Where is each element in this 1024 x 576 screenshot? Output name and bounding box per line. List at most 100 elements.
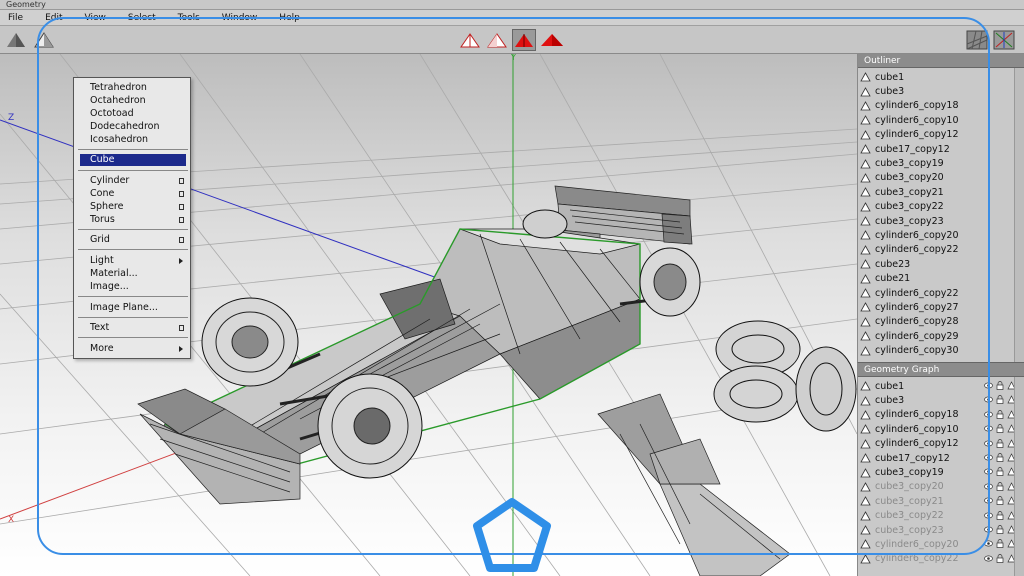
menu-item-cube[interactable]: Cube bbox=[80, 154, 186, 166]
geometry-graph-scrollbar[interactable] bbox=[1014, 377, 1024, 576]
geometry-graph-item[interactable]: cylinder6_copy22 bbox=[858, 552, 1024, 566]
geometry-graph-item[interactable]: cylinder6_copy10 bbox=[858, 422, 1024, 436]
outliner-item[interactable]: cylinder6_copy22 bbox=[858, 286, 1024, 300]
geometry-graph-item[interactable]: cylinder6_copy20 bbox=[858, 537, 1024, 551]
outliner-item[interactable]: cube3_copy19 bbox=[858, 156, 1024, 170]
outliner-item[interactable]: cube23 bbox=[858, 257, 1024, 271]
geometry-graph-item[interactable]: cylinder6_copy12 bbox=[858, 437, 1024, 451]
outliner-item[interactable]: cylinder6_copy22 bbox=[858, 243, 1024, 257]
outliner-item[interactable]: cylinder6_copy20 bbox=[858, 228, 1024, 242]
visibility-eye-icon[interactable] bbox=[984, 395, 993, 404]
visibility-eye-icon[interactable] bbox=[984, 525, 993, 534]
lock-icon[interactable] bbox=[996, 553, 1004, 563]
menu-item-dodecahedron[interactable]: Dodecahedron bbox=[80, 121, 186, 133]
menu-item-material[interactable]: Material... bbox=[80, 268, 186, 280]
menu-item-icosahedron[interactable]: Icosahedron bbox=[80, 134, 186, 146]
option-box-icon[interactable] bbox=[179, 178, 184, 184]
geometry-graph-item[interactable]: cube3 bbox=[858, 393, 1024, 407]
menu-help[interactable]: Help bbox=[279, 13, 300, 23]
menu-item-octotoad[interactable]: Octotoad bbox=[80, 108, 186, 120]
outliner-item[interactable]: cube3_copy21 bbox=[858, 185, 1024, 199]
outliner-item[interactable]: cube3_copy20 bbox=[858, 171, 1024, 185]
menu-item-grid[interactable]: Grid bbox=[80, 234, 186, 246]
lock-icon[interactable] bbox=[996, 438, 1004, 448]
select-face-tool[interactable] bbox=[485, 29, 509, 51]
lock-icon[interactable] bbox=[996, 424, 1004, 434]
menu-select[interactable]: Select bbox=[128, 13, 156, 23]
visibility-eye-icon[interactable] bbox=[984, 381, 993, 390]
outliner-item[interactable]: cylinder6_copy12 bbox=[858, 128, 1024, 142]
outliner-item[interactable]: cylinder6_copy28 bbox=[858, 315, 1024, 329]
option-box-icon[interactable] bbox=[179, 217, 184, 223]
outliner-item[interactable]: cube3_copy23 bbox=[858, 214, 1024, 228]
visibility-eye-icon[interactable] bbox=[984, 410, 993, 419]
select-edge-tool[interactable] bbox=[512, 29, 536, 51]
menu-item-more[interactable]: More bbox=[80, 343, 186, 355]
outliner-item[interactable]: cylinder6_copy29 bbox=[858, 329, 1024, 343]
shading-light-tool[interactable] bbox=[32, 29, 56, 51]
menu-item-octahedron[interactable]: Octahedron bbox=[80, 95, 186, 107]
geometry-graph-item[interactable]: cube3_copy19 bbox=[858, 465, 1024, 479]
option-box-icon[interactable] bbox=[179, 325, 184, 331]
lock-icon[interactable] bbox=[996, 453, 1004, 462]
outliner-item-label: cube3_copy21 bbox=[875, 186, 944, 198]
geometry-graph-item[interactable]: cube3_copy20 bbox=[858, 480, 1024, 494]
shading-gray-tool[interactable] bbox=[4, 29, 28, 51]
lock-icon[interactable] bbox=[996, 510, 1004, 520]
ortho-view-tool[interactable] bbox=[992, 29, 1016, 51]
lock-icon[interactable] bbox=[996, 525, 1004, 534]
menu-window[interactable]: Window bbox=[222, 13, 258, 23]
select-object-tool[interactable] bbox=[458, 29, 482, 51]
visibility-eye-icon[interactable] bbox=[984, 554, 993, 563]
visibility-eye-icon[interactable] bbox=[984, 539, 993, 548]
outliner-item[interactable]: cylinder6_copy10 bbox=[858, 113, 1024, 127]
menu-file[interactable]: File bbox=[8, 13, 23, 23]
visibility-eye-icon[interactable] bbox=[984, 511, 993, 520]
lock-icon[interactable] bbox=[996, 381, 1004, 390]
outliner-scrollbar[interactable] bbox=[1014, 68, 1024, 362]
outliner-item[interactable]: cylinder6_copy30 bbox=[858, 343, 1024, 357]
lock-icon[interactable] bbox=[996, 467, 1004, 477]
geometry-graph-item[interactable]: cube17_copy12 bbox=[858, 451, 1024, 465]
outliner-item[interactable]: cube17_copy12 bbox=[858, 142, 1024, 156]
lock-icon[interactable] bbox=[996, 395, 1004, 405]
visibility-eye-icon[interactable] bbox=[984, 467, 993, 476]
menu-item-tetrahedron[interactable]: Tetrahedron bbox=[80, 82, 186, 94]
menu-item-image-plane[interactable]: Image Plane... bbox=[80, 302, 186, 314]
outliner-item[interactable]: cylinder6_copy18 bbox=[858, 99, 1024, 113]
geometry-graph-item[interactable]: cylinder6_copy18 bbox=[858, 408, 1024, 422]
menu-tools[interactable]: Tools bbox=[178, 13, 200, 23]
geometry-graph-item[interactable]: cube3_copy23 bbox=[858, 523, 1024, 537]
visibility-eye-icon[interactable] bbox=[984, 424, 993, 433]
lock-icon[interactable] bbox=[996, 496, 1004, 505]
outliner-item[interactable]: cube3 bbox=[858, 84, 1024, 98]
menu-edit[interactable]: Edit bbox=[45, 13, 62, 23]
menu-item-light[interactable]: Light bbox=[80, 255, 186, 267]
option-box-icon[interactable] bbox=[179, 204, 184, 210]
outliner-item[interactable]: cube1 bbox=[858, 70, 1024, 84]
menu-item-torus[interactable]: Torus bbox=[80, 214, 186, 226]
menu-item-text[interactable]: Text bbox=[80, 322, 186, 334]
perspective-view-tool[interactable] bbox=[965, 29, 989, 51]
visibility-eye-icon[interactable] bbox=[984, 496, 993, 505]
outliner-item[interactable]: cube3_copy22 bbox=[858, 200, 1024, 214]
menu-item-sphere[interactable]: Sphere bbox=[80, 201, 186, 213]
lock-icon[interactable] bbox=[996, 481, 1004, 491]
visibility-eye-icon[interactable] bbox=[984, 482, 993, 491]
visibility-eye-icon[interactable] bbox=[984, 453, 993, 462]
menu-item-cylinder[interactable]: Cylinder bbox=[80, 175, 186, 187]
geometry-graph-item[interactable]: cube3_copy22 bbox=[858, 509, 1024, 523]
lock-icon[interactable] bbox=[996, 539, 1004, 549]
visibility-eye-icon[interactable] bbox=[984, 439, 993, 448]
menu-item-cone[interactable]: Cone bbox=[80, 188, 186, 200]
menu-view[interactable]: View bbox=[85, 13, 106, 23]
outliner-item[interactable]: cube21 bbox=[858, 271, 1024, 285]
option-box-icon[interactable] bbox=[179, 237, 184, 243]
outliner-item[interactable]: cylinder6_copy27 bbox=[858, 300, 1024, 314]
menu-item-image[interactable]: Image... bbox=[80, 281, 186, 293]
select-vertex-tool[interactable] bbox=[540, 29, 564, 51]
geometry-graph-item[interactable]: cube1 bbox=[858, 379, 1024, 393]
lock-icon[interactable] bbox=[996, 409, 1004, 419]
geometry-graph-item[interactable]: cube3_copy21 bbox=[858, 494, 1024, 508]
option-box-icon[interactable] bbox=[179, 191, 184, 197]
